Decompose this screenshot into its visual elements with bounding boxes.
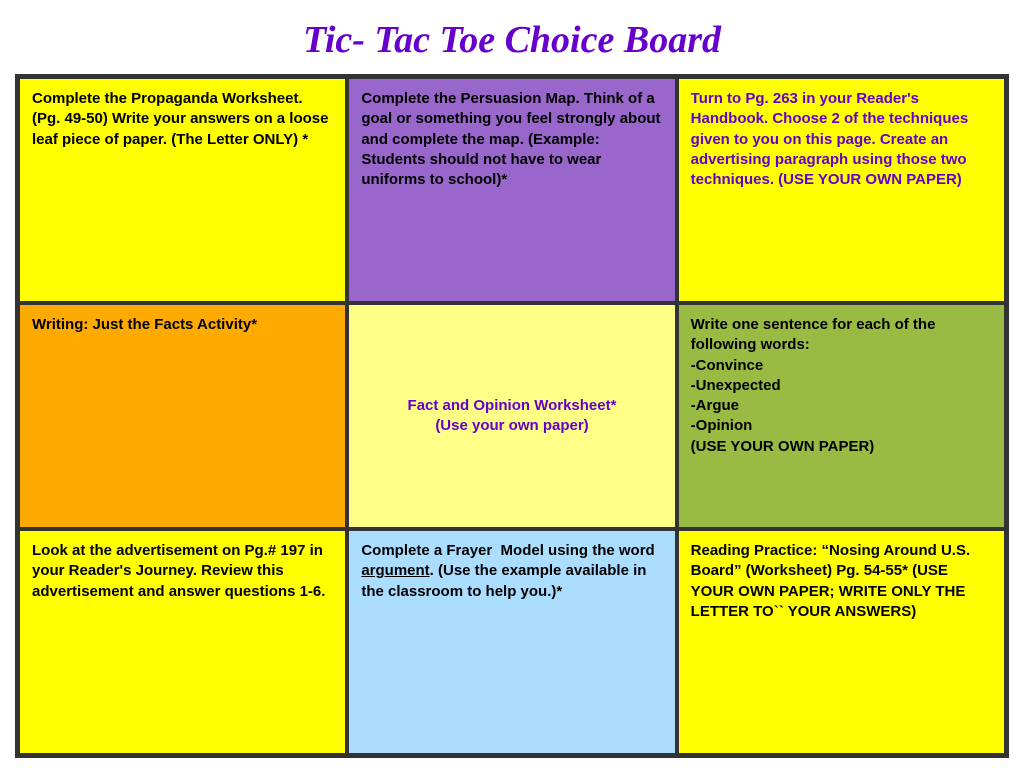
cell-r2c1-text: Writing: Just the Facts Activity* <box>32 315 257 335</box>
cell-r1c1-text: Complete the Propaganda Worksheet. (Pg. … <box>32 89 333 150</box>
choice-board-grid: Complete the Propaganda Worksheet. (Pg. … <box>15 74 1009 758</box>
cell-r2c3: Write one sentence for each of the follo… <box>677 303 1006 529</box>
cell-r3c1: Look at the advertisement on Pg.# 197 in… <box>18 529 347 755</box>
cell-r1c3: Turn to Pg. 263 in your Reader's Handboo… <box>677 77 1006 303</box>
cell-r1c2: Complete the Persuasion Map. Think of a … <box>347 77 676 303</box>
cell-r3c1-text: Look at the advertisement on Pg.# 197 in… <box>32 541 333 602</box>
cell-r3c3: Reading Practice: “Nosing Around U.S. Bo… <box>677 529 1006 755</box>
page: Tic- Tac Toe Choice Board Complete the P… <box>0 0 1024 768</box>
cell-r3c3-text: Reading Practice: “Nosing Around U.S. Bo… <box>691 541 992 622</box>
cell-r2c3-text: Write one sentence for each of the follo… <box>691 315 992 457</box>
cell-r2c2-text: Fact and Opinion Worksheet*(Use your own… <box>408 396 617 437</box>
page-title: Tic- Tac Toe Choice Board <box>15 10 1009 74</box>
cell-r2c2: Fact and Opinion Worksheet*(Use your own… <box>347 303 676 529</box>
cell-r3c2-text: Complete a Frayer Model using the word a… <box>361 541 662 602</box>
underline-word: argument <box>361 562 429 579</box>
cell-r1c3-text: Turn to Pg. 263 in your Reader's Handboo… <box>691 89 992 190</box>
cell-r2c1: Writing: Just the Facts Activity* <box>18 303 347 529</box>
cell-r1c2-text: Complete the Persuasion Map. Think of a … <box>361 89 662 190</box>
cell-r1c1: Complete the Propaganda Worksheet. (Pg. … <box>18 77 347 303</box>
cell-r3c2: Complete a Frayer Model using the word a… <box>347 529 676 755</box>
